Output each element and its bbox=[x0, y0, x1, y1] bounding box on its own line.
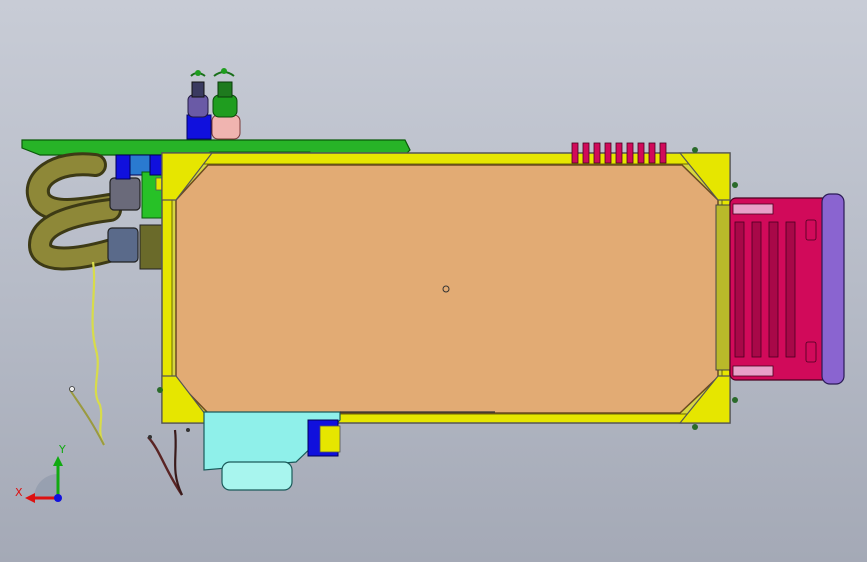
triad-quadrant bbox=[34, 474, 58, 498]
left-hanging-wire bbox=[69, 261, 105, 446]
top-connector-right[interactable] bbox=[211, 68, 241, 140]
bottom-hanging-wire bbox=[147, 428, 190, 496]
top-connector-left[interactable] bbox=[186, 70, 212, 140]
z-axis-dot bbox=[54, 494, 62, 502]
end-cap bbox=[821, 193, 845, 385]
y-axis-label: Y bbox=[58, 443, 66, 456]
cad-model-scene[interactable] bbox=[0, 0, 867, 562]
left-hose-assembly[interactable] bbox=[26, 152, 165, 271]
cad-viewport[interactable]: Y X bbox=[0, 0, 867, 562]
right-heatsink-assembly[interactable] bbox=[715, 193, 845, 385]
coordinate-triad: Y X bbox=[15, 443, 66, 503]
top-heatsink-fins bbox=[571, 142, 667, 164]
x-axis-label: X bbox=[15, 486, 23, 499]
top-cover-panel bbox=[175, 164, 719, 414]
main-enclosure[interactable] bbox=[157, 147, 738, 430]
